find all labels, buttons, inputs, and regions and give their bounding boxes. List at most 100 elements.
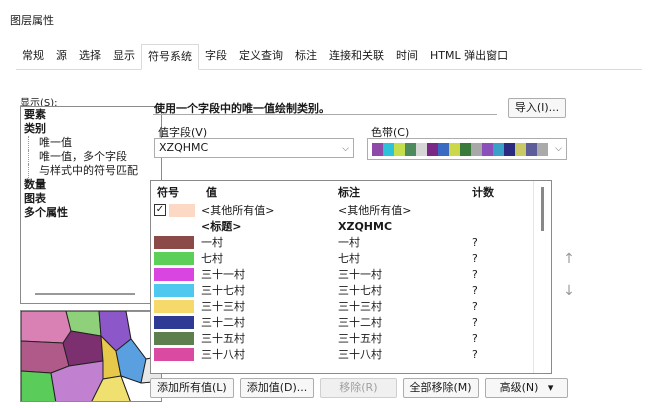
cell-count: ?: [472, 332, 478, 345]
table-row[interactable]: <标题> XZQHMC: [151, 219, 533, 235]
cell-label: 七村: [338, 252, 360, 265]
symbol-swatch[interactable]: [169, 204, 195, 217]
renderer-tree[interactable]: 要素 类别 唯一值 唯一值，多个字段 与样式中的符号匹配 数量 图表 多个属性: [20, 106, 162, 304]
move-down-button[interactable]: ↓: [560, 282, 578, 300]
tree-item[interactable]: 类别: [24, 122, 158, 136]
cell-value: 七村: [201, 252, 223, 265]
tab-2[interactable]: 选择: [73, 44, 107, 70]
cell-label: 三十五村: [338, 332, 382, 345]
tree-item[interactable]: 多个属性: [24, 206, 158, 220]
header-value[interactable]: 值: [206, 184, 217, 200]
cell-value: 三十五村: [201, 332, 245, 345]
tab-8[interactable]: 连接和关联: [323, 44, 390, 70]
ramp-color-swatch: [460, 143, 471, 156]
table-row[interactable]: 七村 七村?: [151, 251, 533, 267]
move-up-button[interactable]: ↑: [560, 250, 578, 268]
cell-label: 三十三村: [338, 300, 382, 313]
cell-value: 三十一村: [201, 268, 245, 281]
ramp-color-swatch: [438, 143, 449, 156]
advanced-button[interactable]: 高级(N) ▾: [484, 378, 569, 398]
symbol-swatch[interactable]: [154, 316, 194, 329]
table-row[interactable]: 一村 一村?: [151, 235, 533, 251]
ramp-color-swatch: [537, 143, 548, 156]
header-label[interactable]: 标注: [338, 184, 360, 200]
tab-5[interactable]: 字段: [199, 44, 233, 70]
tab-4[interactable]: 符号系统: [141, 44, 199, 70]
table-row[interactable]: 三十二村 三十二村?: [151, 315, 533, 331]
cell-count: ?: [472, 252, 478, 265]
dropdown-arrow-icon: ▾: [547, 381, 554, 394]
symbology-panel: 显示(S): 要素 类别 唯一值 唯一值，多个字段 与样式中的符号匹配 数量 图表 多个属性 …: [16, 70, 642, 404]
ramp-color-swatch: [449, 143, 460, 156]
value-field-value: XZQHMC: [159, 141, 209, 154]
header-symbol[interactable]: 符号: [157, 184, 179, 200]
cell-count: ?: [472, 284, 478, 297]
symbol-swatch[interactable]: [154, 236, 194, 249]
chevron-down-icon: ⌵: [342, 144, 349, 154]
tab-bar: 常规源选择 显示 符号系统 字段 定义查询 标注 连接和关联 时间 HTML 弹出窗口: [16, 44, 642, 70]
show-all-other-values-checkbox[interactable]: ✓: [154, 204, 166, 216]
action-buttons: 添加所有值(L) 添加值(D)... 移除(R) 全部移除(M) 高级(N) ▾: [150, 378, 569, 398]
tab-9[interactable]: 时间: [390, 44, 424, 70]
table-row[interactable]: 三十一村 三十一村?: [151, 267, 533, 283]
cell-count: ?: [472, 316, 478, 329]
symbol-swatch[interactable]: [154, 300, 194, 313]
tree-item[interactable]: 与样式中的符号匹配: [28, 164, 158, 178]
tab-10[interactable]: HTML 弹出窗口: [424, 44, 514, 70]
ramp-color-swatch: [405, 143, 416, 156]
ramp-color-swatch: [394, 143, 405, 156]
table-row[interactable]: 三十五村 三十五村?: [151, 331, 533, 347]
table-row[interactable]: 三十七村 三十七村?: [151, 283, 533, 299]
table-row[interactable]: 三十八村 三十八村?: [151, 347, 533, 363]
ramp-color-swatch: [372, 143, 383, 156]
cell-value: 三十二村: [201, 316, 245, 329]
tree-item[interactable]: 唯一值，多个字段: [28, 150, 158, 164]
cell-count: ?: [472, 300, 478, 313]
table-row[interactable]: 三十三村 三十三村?: [151, 299, 533, 315]
cell-label: 三十八村: [338, 348, 382, 361]
arrow-up-icon: ↑: [563, 251, 575, 267]
cell-value: <标题>: [201, 220, 242, 233]
tab-7[interactable]: 标注: [289, 44, 323, 70]
tab-6[interactable]: 定义查询: [233, 44, 289, 70]
cell-value: 一村: [201, 236, 223, 249]
tree-horizontal-scrollbar[interactable]: [35, 293, 135, 295]
import-button[interactable]: 导入(I)...: [508, 98, 566, 118]
cell-value: <其他所有值>: [201, 204, 275, 217]
symbol-swatch[interactable]: [154, 268, 194, 281]
symbol-swatch[interactable]: [154, 252, 194, 265]
tree-item[interactable]: 唯一值: [28, 136, 158, 150]
cell-value: 三十三村: [201, 300, 245, 313]
remove-all-button[interactable]: 全部移除(M): [402, 378, 479, 398]
tree-item[interactable]: 数量: [24, 178, 158, 192]
header-count[interactable]: 计数: [472, 184, 494, 200]
tab-0[interactable]: 常规: [16, 44, 50, 70]
cell-count: ?: [472, 268, 478, 281]
tree-item[interactable]: 图表: [24, 192, 158, 206]
symbol-swatch[interactable]: [154, 332, 194, 345]
add-values-button[interactable]: 添加值(D)...: [239, 378, 315, 398]
table-row[interactable]: ✓ <其他所有值> <其他所有值>: [151, 203, 533, 219]
ramp-color-swatch: [383, 143, 394, 156]
cell-label: 三十一村: [338, 268, 382, 281]
cell-count: ?: [472, 236, 478, 249]
tab-1[interactable]: 源: [50, 44, 73, 70]
remove-button[interactable]: 移除(R): [320, 378, 397, 398]
add-all-values-button[interactable]: 添加所有值(L): [150, 378, 234, 398]
unique-values-table[interactable]: 符号 值 标注 计数 ✓ <其他所有值> <其他所有值> <标题> XZQHMC 一村 一村…: [150, 180, 552, 374]
tab-3[interactable]: 显示: [107, 44, 141, 70]
symbol-swatch[interactable]: [154, 284, 194, 297]
cell-count: ?: [472, 348, 478, 361]
arrow-down-icon: ↓: [563, 283, 575, 299]
ramp-color-swatch: [427, 143, 438, 156]
map-preview: [20, 310, 162, 402]
value-field-select[interactable]: XZQHMC ⌵: [154, 138, 354, 158]
table-vertical-scrollbar[interactable]: [533, 181, 551, 373]
cell-label: <其他所有值>: [338, 204, 412, 217]
table-header: 符号 值 标注 计数: [151, 181, 533, 201]
color-ramp-select[interactable]: ⌵: [367, 138, 567, 160]
symbol-swatch[interactable]: [154, 348, 194, 361]
ramp-color-swatch: [471, 143, 482, 156]
scrollbar-thumb[interactable]: [541, 187, 544, 231]
tree-item[interactable]: 要素: [24, 108, 158, 122]
